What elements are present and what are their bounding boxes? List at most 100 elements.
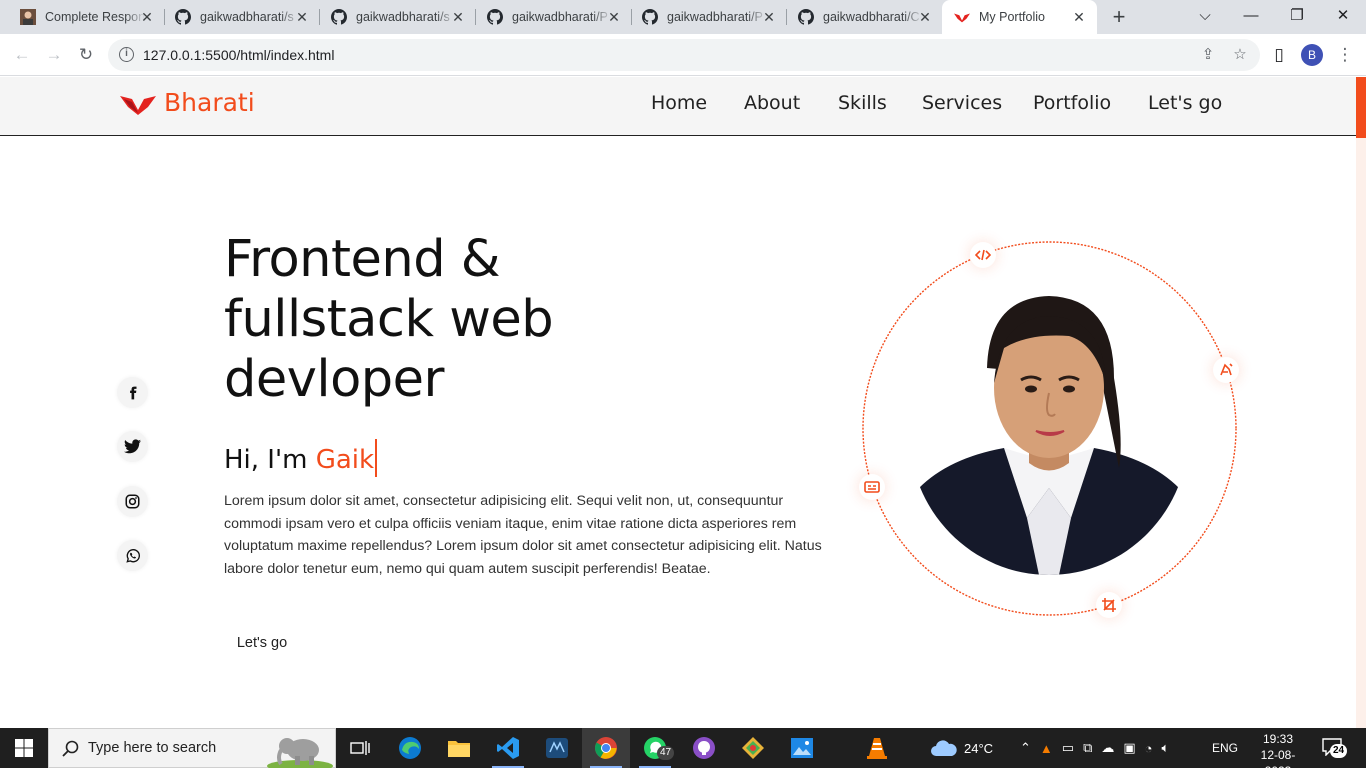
search-icon <box>62 740 79 757</box>
forward-icon[interactable]: → <box>42 43 66 67</box>
scrollbar-thumb[interactable] <box>1356 77 1366 138</box>
twitter-link[interactable] <box>117 431 148 462</box>
meet-now-icon[interactable]: ⧉ <box>1083 740 1092 756</box>
close-tab-icon[interactable]: ✕ <box>1071 9 1087 25</box>
browser-tab[interactable]: gaikwadbharati/C ✕ <box>778 0 943 34</box>
vlc-icon[interactable] <box>853 728 901 768</box>
bookmark-star-icon[interactable]: ☆ <box>1230 45 1250 65</box>
wifi-icon[interactable]: ◔ <box>1145 741 1153 756</box>
github-icon <box>642 9 658 25</box>
browser-tab[interactable]: Complete Respon ✕ <box>0 0 165 34</box>
cloud-weather-icon <box>931 740 957 756</box>
browser-tab[interactable]: gaikwadbharati/s ✕ <box>155 0 320 34</box>
git-tool-icon[interactable] <box>729 728 777 768</box>
facebook-link[interactable] <box>117 377 148 408</box>
taskbar-search-box[interactable]: Type here to search <box>48 728 336 768</box>
tab-title: gaikwadbharati/P <box>512 10 608 24</box>
nav-skills[interactable]: Skills <box>838 92 887 114</box>
nav-about[interactable]: About <box>744 92 800 114</box>
logo-wings-icon <box>120 95 156 115</box>
close-tab-icon[interactable]: ✕ <box>139 9 155 25</box>
twitter-icon <box>124 439 141 454</box>
start-windows-icon[interactable] <box>0 728 48 768</box>
close-tab-icon[interactable]: ✕ <box>294 9 310 25</box>
clock-time: 19:33 <box>1262 732 1294 746</box>
close-tab-icon[interactable]: ✕ <box>450 9 466 25</box>
scrollbar-track[interactable] <box>1356 138 1366 728</box>
brand-name: Bharati <box>164 88 255 117</box>
whatsapp-link[interactable] <box>117 540 148 571</box>
whatsapp-app-icon[interactable]: 47 <box>631 728 679 768</box>
github-icon <box>175 9 191 25</box>
github-desktop-icon[interactable] <box>680 728 728 768</box>
file-explorer-icon[interactable] <box>435 728 483 768</box>
browser-tab-active[interactable]: My Portfolio ✕ <box>942 0 1097 34</box>
share-icon[interactable]: ⇪ <box>1198 45 1218 65</box>
tab-title: Complete Respon <box>45 10 145 24</box>
profile-avatar[interactable]: B <box>1301 44 1323 66</box>
greeting-prefix: Hi, I'm <box>224 445 316 475</box>
windows-taskbar: Type here to search 47 24°C ⌃ ▲ ▭ ⧉ ☁ ▣ … <box>0 728 1366 778</box>
system-tray: ⌃ ▲ ▭ ⧉ ☁ ▣ ◔ 🔈︎ <box>1020 728 1169 768</box>
hero-description: Lorem ipsum dolor sit amet, consectetur … <box>224 493 822 578</box>
task-view-icon[interactable] <box>336 728 384 768</box>
notification-center[interactable]: 24 <box>1322 738 1348 758</box>
browser-window-icon <box>859 474 885 500</box>
onedrive-icon[interactable]: ☁ <box>1101 740 1114 756</box>
show-hidden-icons-chevron-icon[interactable]: ⌃ <box>1020 740 1031 756</box>
restore-icon[interactable]: ❐ <box>1274 0 1320 34</box>
display-icon[interactable]: ▣ <box>1123 740 1135 756</box>
nav-lets-go[interactable]: Let's go <box>1148 92 1222 114</box>
chrome-icon[interactable] <box>582 728 630 768</box>
tab-title: My Portfolio <box>979 10 1045 24</box>
browser-toolbar: ← → ↻ i 127.0.0.1:5500/html/index.html ⇪… <box>0 34 1366 76</box>
page-viewport: Bharati Home About Skills Services Portf… <box>0 77 1366 728</box>
language-indicator[interactable]: ENG <box>1212 728 1238 768</box>
url-text[interactable]: 127.0.0.1:5500/html/index.html <box>143 47 334 63</box>
instagram-icon <box>125 494 140 509</box>
github-icon <box>331 9 347 25</box>
pen-tool-icon <box>1213 357 1239 383</box>
close-tab-icon[interactable]: ✕ <box>761 9 777 25</box>
typing-cursor <box>375 439 378 477</box>
clock[interactable]: 19:33 12-08-2023 <box>1248 731 1308 779</box>
weather-widget[interactable]: 24°C <box>930 728 993 768</box>
side-panel-icon[interactable]: ▯ <box>1267 43 1291 67</box>
close-window-icon[interactable]: ✕ <box>1320 0 1366 34</box>
close-tab-icon[interactable]: ✕ <box>917 9 933 25</box>
notification-count-badge: 24 <box>1330 744 1348 758</box>
reload-icon[interactable]: ↻ <box>74 43 98 67</box>
back-icon[interactable]: ← <box>10 43 34 67</box>
address-bar[interactable]: i 127.0.0.1:5500/html/index.html ⇪ ☆ <box>108 39 1260 71</box>
vscode-icon[interactable] <box>484 728 532 768</box>
battery-icon[interactable]: ▭ <box>1062 740 1074 756</box>
mysql-workbench-icon[interactable] <box>533 728 581 768</box>
nav-services[interactable]: Services <box>922 92 1002 114</box>
tab-title: gaikwadbharati/P <box>667 10 763 24</box>
vlc-tray-icon[interactable]: ▲ <box>1040 741 1053 756</box>
tab-search-chevron-icon[interactable]: ⌵ <box>1182 0 1228 34</box>
lets-go-button[interactable]: Let's go <box>224 628 300 658</box>
instagram-link[interactable] <box>117 486 148 517</box>
whatsapp-icon <box>125 548 140 563</box>
minimize-icon[interactable]: — <box>1228 0 1274 34</box>
menu-dots-icon[interactable]: ⋮ <box>1333 43 1357 67</box>
profile-portrait-image <box>909 288 1189 575</box>
close-tab-icon[interactable]: ✕ <box>606 9 622 25</box>
portfolio-logo-favicon-icon <box>954 9 970 25</box>
github-icon <box>798 9 814 25</box>
avatar-favicon-icon <box>20 9 36 25</box>
photos-app-icon[interactable] <box>778 728 826 768</box>
site-info-icon[interactable]: i <box>119 47 134 62</box>
nav-portfolio[interactable]: Portfolio <box>1033 92 1111 114</box>
browser-tab[interactable]: gaikwadbharati/P ✕ <box>467 0 632 34</box>
browser-tab[interactable]: gaikwadbharati/P ✕ <box>622 0 787 34</box>
site-logo[interactable]: Bharati <box>120 88 255 117</box>
hero-greeting: Hi, I'm Gaik <box>224 439 378 477</box>
elephant-illustration-icon <box>267 738 333 768</box>
edge-icon[interactable] <box>386 728 434 768</box>
volume-icon[interactable]: 🔈︎ <box>1162 740 1170 756</box>
browser-tab[interactable]: gaikwadbharati/s ✕ <box>311 0 476 34</box>
new-tab-icon[interactable]: + <box>1108 6 1130 28</box>
nav-home[interactable]: Home <box>651 92 707 114</box>
